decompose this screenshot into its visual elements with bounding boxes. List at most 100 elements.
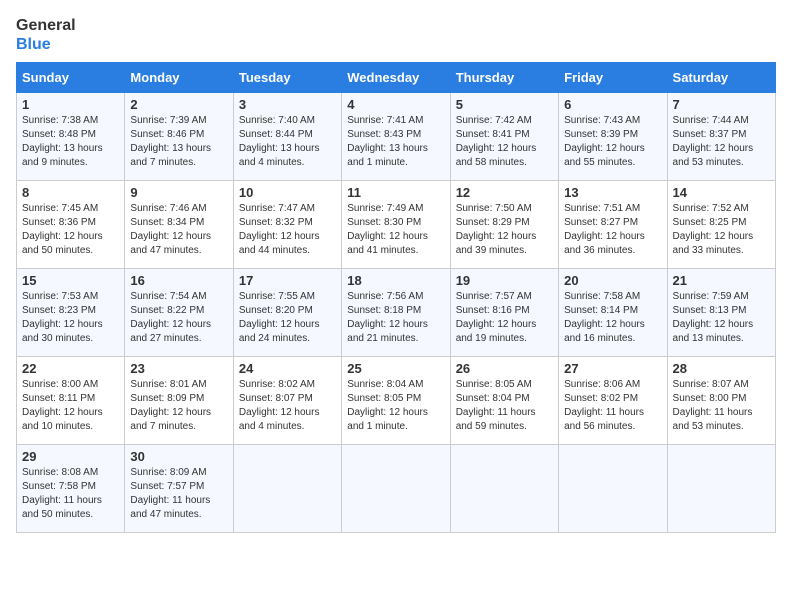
- day-number: 10: [239, 185, 336, 200]
- calendar-cell: 28Sunrise: 8:07 AMSunset: 8:00 PMDayligh…: [667, 357, 775, 445]
- calendar-cell: 13 Sunrise: 7:51 AMSunset: 8:27 PMDayligh…: [559, 181, 667, 269]
- calendar-header-row: SundayMondayTuesdayWednesdayThursdayFrid…: [17, 63, 776, 93]
- calendar-cell: 11Sunrise: 7:49 AMSunset: 8:30 PMDayligh…: [342, 181, 450, 269]
- calendar-cell: 24 Sunrise: 8:02 AMSunset: 8:07 PMDayligh…: [233, 357, 341, 445]
- cell-info: Sunrise: 7:52 AMSunset: 8:25 PMDaylight:…: [673, 202, 770, 258]
- day-number: 4: [347, 97, 444, 112]
- calendar-cell: 8Sunrise: 7:45 AMSunset: 8:36 PMDaylight…: [17, 181, 125, 269]
- day-number: 14: [673, 185, 770, 200]
- calendar-cell: 22 Sunrise: 8:00 AMSunset: 8:11 PMDayligh…: [17, 357, 125, 445]
- cell-info: Sunrise: 7:58 AMSunset: 8:14 PMDaylight:…: [564, 290, 661, 346]
- calendar-week-row: 15 Sunrise: 7:53 AMSunset: 8:23 PMDayligh…: [17, 269, 776, 357]
- cell-info: Sunrise: 8:01 AMSunset: 8:09 PMDaylight:…: [130, 378, 227, 434]
- logo-line2: Blue: [16, 35, 76, 54]
- calendar-cell: 2 Sunrise: 7:39 AMSunset: 8:46 PMDaylight…: [125, 93, 233, 181]
- cell-info: Sunrise: 8:07 AMSunset: 8:00 PMDaylight:…: [673, 378, 770, 434]
- day-number: 25: [347, 361, 444, 376]
- day-number: 30: [130, 449, 227, 464]
- calendar-cell: [559, 445, 667, 533]
- header-day-saturday: Saturday: [667, 63, 775, 93]
- day-number: 3: [239, 97, 336, 112]
- day-number: 18: [347, 273, 444, 288]
- day-number: 29: [22, 449, 119, 464]
- cell-info: Sunrise: 7:40 AMSunset: 8:44 PMDaylight:…: [239, 114, 336, 170]
- cell-info: Sunrise: 7:42 AMSunset: 8:41 PMDaylight:…: [456, 114, 553, 170]
- cell-info: Sunrise: 7:53 AMSunset: 8:23 PMDaylight:…: [22, 290, 119, 346]
- day-number: 2: [130, 97, 227, 112]
- cell-info: Sunrise: 7:38 AMSunset: 8:48 PMDaylight:…: [22, 114, 119, 170]
- cell-info: Sunrise: 7:59 AMSunset: 8:13 PMDaylight:…: [673, 290, 770, 346]
- calendar-cell: 15 Sunrise: 7:53 AMSunset: 8:23 PMDayligh…: [17, 269, 125, 357]
- calendar-cell: 23 Sunrise: 8:01 AMSunset: 8:09 PMDayligh…: [125, 357, 233, 445]
- logo-line1: General: [16, 16, 76, 35]
- calendar-cell: 16 Sunrise: 7:54 AMSunset: 8:22 PMDayligh…: [125, 269, 233, 357]
- calendar-cell: [233, 445, 341, 533]
- cell-info: Sunrise: 8:02 AMSunset: 8:07 PMDaylight:…: [239, 378, 336, 434]
- calendar-cell: 30Sunrise: 8:09 AMSunset: 7:57 PMDayligh…: [125, 445, 233, 533]
- cell-info: Sunrise: 7:47 AMSunset: 8:32 PMDaylight:…: [239, 202, 336, 258]
- calendar-table: SundayMondayTuesdayWednesdayThursdayFrid…: [16, 62, 776, 533]
- calendar-cell: 18 Sunrise: 7:56 AMSunset: 8:18 PMDayligh…: [342, 269, 450, 357]
- calendar-cell: 3 Sunrise: 7:40 AMSunset: 8:44 PMDaylight…: [233, 93, 341, 181]
- header-day-thursday: Thursday: [450, 63, 558, 93]
- cell-info: Sunrise: 7:49 AMSunset: 8:30 PMDaylight:…: [347, 202, 444, 258]
- cell-info: Sunrise: 8:08 AMSunset: 7:58 PMDaylight:…: [22, 466, 119, 522]
- day-number: 24: [239, 361, 336, 376]
- day-number: 26: [456, 361, 553, 376]
- header-day-monday: Monday: [125, 63, 233, 93]
- day-number: 8: [22, 185, 119, 200]
- day-number: 13: [564, 185, 661, 200]
- day-number: 15: [22, 273, 119, 288]
- calendar-cell: [667, 445, 775, 533]
- calendar-body: 1 Sunrise: 7:38 AMSunset: 8:48 PMDaylight…: [17, 93, 776, 533]
- cell-info: Sunrise: 7:50 AMSunset: 8:29 PMDaylight:…: [456, 202, 553, 258]
- calendar-cell: 5 Sunrise: 7:42 AMSunset: 8:41 PMDaylight…: [450, 93, 558, 181]
- calendar-cell: 10 Sunrise: 7:47 AMSunset: 8:32 PMDayligh…: [233, 181, 341, 269]
- cell-info: Sunrise: 7:39 AMSunset: 8:46 PMDaylight:…: [130, 114, 227, 170]
- calendar-week-row: 8Sunrise: 7:45 AMSunset: 8:36 PMDaylight…: [17, 181, 776, 269]
- cell-info: Sunrise: 7:43 AMSunset: 8:39 PMDaylight:…: [564, 114, 661, 170]
- day-number: 6: [564, 97, 661, 112]
- calendar-cell: 27Sunrise: 8:06 AMSunset: 8:02 PMDayligh…: [559, 357, 667, 445]
- calendar-cell: 25Sunrise: 8:04 AMSunset: 8:05 PMDayligh…: [342, 357, 450, 445]
- cell-info: Sunrise: 7:57 AMSunset: 8:16 PMDaylight:…: [456, 290, 553, 346]
- calendar-cell: 6 Sunrise: 7:43 AMSunset: 8:39 PMDaylight…: [559, 93, 667, 181]
- calendar-cell: 21 Sunrise: 7:59 AMSunset: 8:13 PMDayligh…: [667, 269, 775, 357]
- day-number: 1: [22, 97, 119, 112]
- day-number: 16: [130, 273, 227, 288]
- cell-info: Sunrise: 8:05 AMSunset: 8:04 PMDaylight:…: [456, 378, 553, 434]
- day-number: 21: [673, 273, 770, 288]
- calendar-cell: [342, 445, 450, 533]
- day-number: 27: [564, 361, 661, 376]
- cell-info: Sunrise: 7:51 AMSunset: 8:27 PMDaylight:…: [564, 202, 661, 258]
- cell-info: Sunrise: 7:56 AMSunset: 8:18 PMDaylight:…: [347, 290, 444, 346]
- cell-info: Sunrise: 7:46 AMSunset: 8:34 PMDaylight:…: [130, 202, 227, 258]
- calendar-week-row: 29 Sunrise: 8:08 AMSunset: 7:58 PMDayligh…: [17, 445, 776, 533]
- calendar-cell: 7 Sunrise: 7:44 AMSunset: 8:37 PMDaylight…: [667, 93, 775, 181]
- cell-info: Sunrise: 8:00 AMSunset: 8:11 PMDaylight:…: [22, 378, 119, 434]
- calendar-cell: 4 Sunrise: 7:41 AMSunset: 8:43 PMDaylight…: [342, 93, 450, 181]
- calendar-cell: [450, 445, 558, 533]
- calendar-cell: 1 Sunrise: 7:38 AMSunset: 8:48 PMDaylight…: [17, 93, 125, 181]
- day-number: 5: [456, 97, 553, 112]
- calendar-cell: 19 Sunrise: 7:57 AMSunset: 8:16 PMDayligh…: [450, 269, 558, 357]
- calendar-cell: 14 Sunrise: 7:52 AMSunset: 8:25 PMDayligh…: [667, 181, 775, 269]
- day-number: 17: [239, 273, 336, 288]
- calendar-cell: 12 Sunrise: 7:50 AMSunset: 8:29 PMDayligh…: [450, 181, 558, 269]
- header-day-wednesday: Wednesday: [342, 63, 450, 93]
- cell-info: Sunrise: 7:41 AMSunset: 8:43 PMDaylight:…: [347, 114, 444, 170]
- day-number: 20: [564, 273, 661, 288]
- calendar-cell: 9Sunrise: 7:46 AMSunset: 8:34 PMDaylight…: [125, 181, 233, 269]
- day-number: 19: [456, 273, 553, 288]
- calendar-week-row: 22 Sunrise: 8:00 AMSunset: 8:11 PMDayligh…: [17, 357, 776, 445]
- day-number: 12: [456, 185, 553, 200]
- day-number: 7: [673, 97, 770, 112]
- page-header: General Blue General Blue: [16, 16, 776, 54]
- calendar-cell: 26 Sunrise: 8:05 AMSunset: 8:04 PMDayligh…: [450, 357, 558, 445]
- day-number: 23: [130, 361, 227, 376]
- day-number: 22: [22, 361, 119, 376]
- cell-info: Sunrise: 7:54 AMSunset: 8:22 PMDaylight:…: [130, 290, 227, 346]
- logo: General Blue General Blue: [16, 16, 76, 54]
- calendar-cell: 17Sunrise: 7:55 AMSunset: 8:20 PMDayligh…: [233, 269, 341, 357]
- cell-info: Sunrise: 7:44 AMSunset: 8:37 PMDaylight:…: [673, 114, 770, 170]
